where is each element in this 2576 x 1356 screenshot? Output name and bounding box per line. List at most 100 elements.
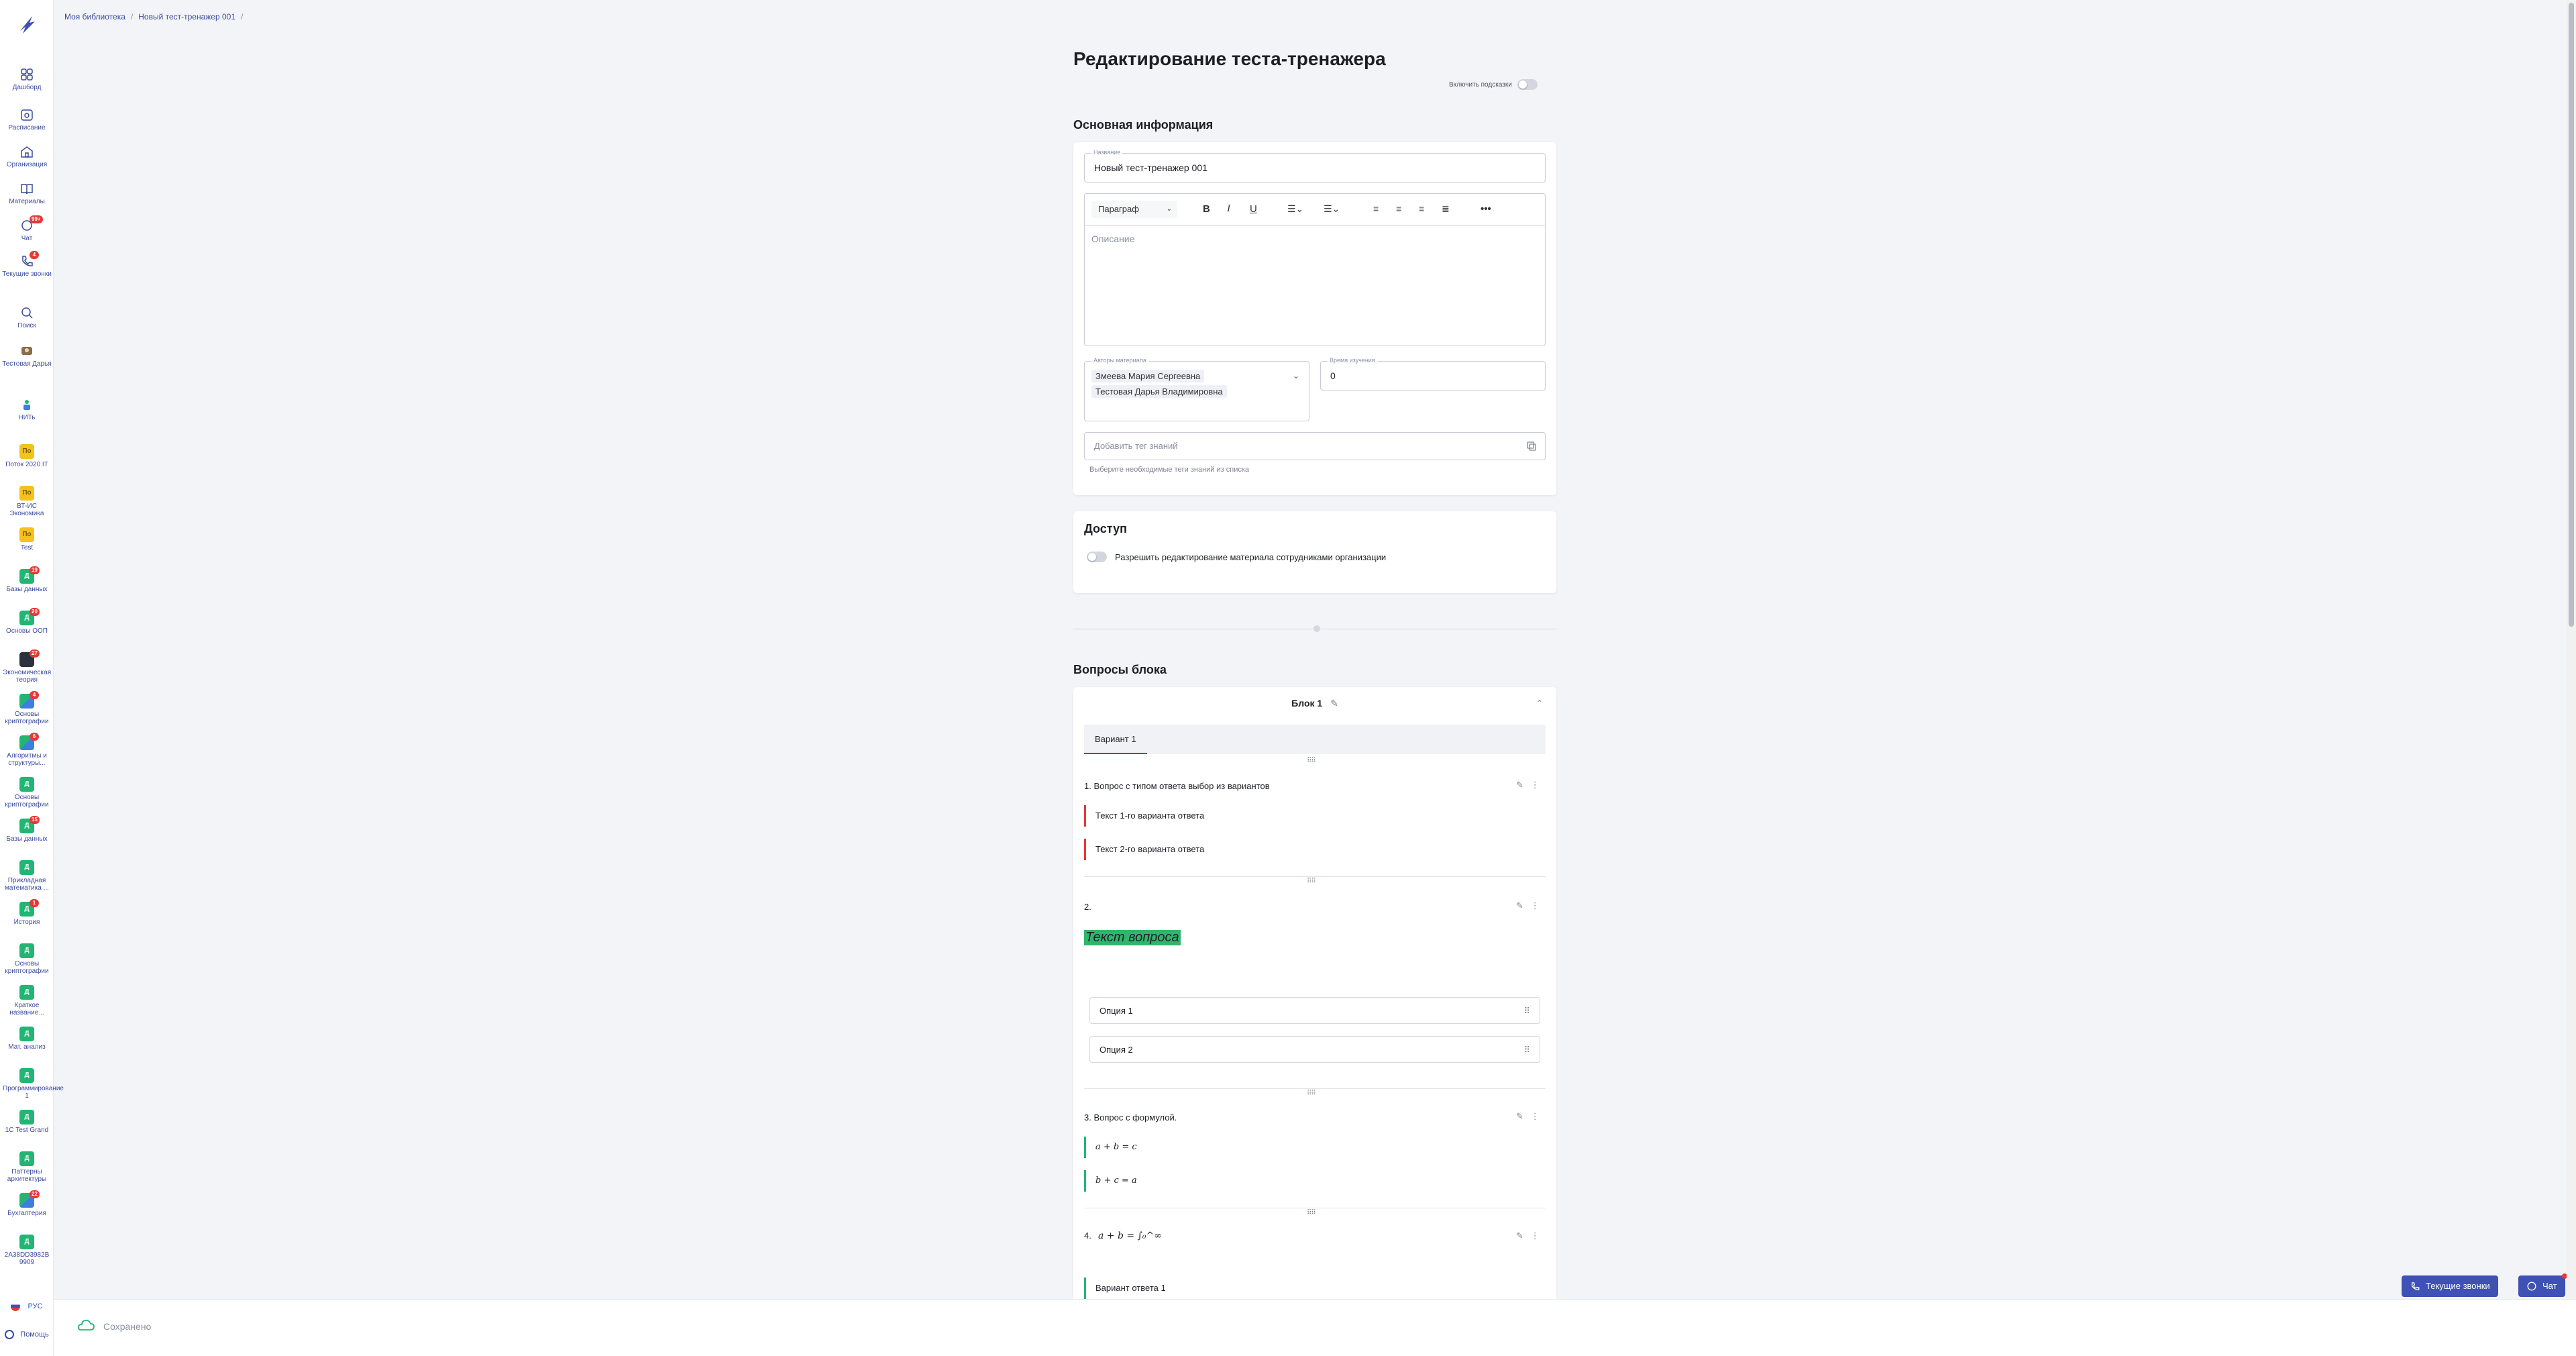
breadcrumb-current[interactable]: Новый тест-тренажер 001 bbox=[138, 12, 235, 21]
sidebar-group-item[interactable]: Д Краткое название... bbox=[0, 985, 54, 1016]
more-vertical-icon[interactable]: ⋮ bbox=[1531, 780, 1540, 790]
drag-handle-icon[interactable]: ⠿⠿ bbox=[1307, 878, 1316, 885]
pencil-icon[interactable]: ✎ bbox=[1516, 780, 1523, 790]
more-vertical-icon[interactable]: ⋮ bbox=[1531, 1111, 1540, 1121]
italic-icon[interactable]: I bbox=[1227, 203, 1230, 215]
pencil-icon[interactable]: ✎ bbox=[1330, 698, 1338, 709]
sidebar-group-item[interactable]: По Поток 2020 IT bbox=[0, 444, 54, 468]
name-field-label: Название bbox=[1091, 149, 1123, 156]
underline-icon[interactable]: U bbox=[1250, 203, 1257, 215]
align-left-icon[interactable]: ≡ bbox=[1373, 203, 1379, 214]
sidebar-group-item[interactable]: Д 1 История bbox=[0, 899, 54, 926]
divider-dot bbox=[1313, 625, 1320, 632]
sidebar-item-label: Текущие звонки bbox=[2, 270, 52, 278]
option-row[interactable]: Опция 1 ⠿ bbox=[1089, 997, 1540, 1024]
pencil-icon[interactable]: ✎ bbox=[1516, 1111, 1523, 1121]
sidebar-group-label: Поток 2020 IT bbox=[5, 461, 48, 468]
group-badge: 15 bbox=[30, 816, 40, 824]
numbered-list-icon[interactable]: ☰⌄ bbox=[1287, 203, 1303, 215]
grip-icon[interactable]: ⠿ bbox=[1523, 998, 1530, 1025]
pencil-icon[interactable]: ✎ bbox=[1516, 1231, 1523, 1241]
sidebar-group-item[interactable]: Д 19 Базы данных bbox=[0, 566, 54, 593]
sidebar-group-label: Бухгалтерия bbox=[7, 1210, 46, 1217]
sidebar-group-item[interactable]: По ВТ-ИС Экономика bbox=[0, 486, 54, 517]
sidebar-item-nit[interactable]: НИТь bbox=[0, 397, 54, 421]
sidebar-group-item[interactable]: Д 20 Основы ООП bbox=[0, 608, 54, 635]
chat-button[interactable]: Чат bbox=[2518, 1273, 2567, 1297]
name-field[interactable]: Название Новый тест-тренажер 001 bbox=[1084, 149, 1546, 182]
sidebar-item-materials[interactable]: Материалы bbox=[0, 181, 54, 205]
sidebar-group-item[interactable]: Д 15 Базы данных bbox=[0, 816, 54, 843]
drag-handle-icon[interactable]: ⠿⠿ bbox=[1307, 757, 1316, 764]
align-center-icon[interactable]: ≡ bbox=[1396, 203, 1401, 214]
tab-variant-1[interactable]: Вариант 1 bbox=[1084, 725, 1147, 754]
sidebar-item-chat[interactable]: 99+ Чат bbox=[0, 215, 54, 242]
sidebar-group-item[interactable]: Д Паттерны архитектуры bbox=[0, 1151, 54, 1183]
sidebar-group-label: Базы данных bbox=[6, 586, 48, 593]
sidebar-group-item[interactable]: Д Прикладная математика ... bbox=[0, 860, 54, 892]
authors-field[interactable]: Авторы материала Змеева Мария Сергеевна … bbox=[1084, 357, 1309, 421]
breadcrumb-library[interactable]: Моя библиотека bbox=[64, 12, 125, 21]
tags-field[interactable]: Добавить тег знаний bbox=[1084, 432, 1546, 460]
chevron-down-icon[interactable]: ⌄ bbox=[1293, 371, 1299, 380]
sidebar-group-item[interactable]: Д Мат. анализ bbox=[0, 1027, 54, 1051]
answer-option[interactable]: a + b = c bbox=[1084, 1137, 1137, 1158]
answer-option[interactable]: Вариант ответа 1 bbox=[1084, 1277, 1166, 1299]
current-calls-label: Текущие звонки bbox=[2426, 1281, 2490, 1291]
author-chip[interactable]: Змеева Мария Сергеевна bbox=[1091, 370, 1205, 382]
drag-handle-icon[interactable]: ⠿⠿ bbox=[1307, 1090, 1316, 1097]
sidebar-item-dashboard[interactable]: Дашборд bbox=[0, 67, 54, 91]
sidebar-group-label: Test bbox=[20, 544, 34, 552]
more-icon[interactable]: ••• bbox=[1481, 203, 1491, 215]
group-tile-icon: Д bbox=[19, 1151, 34, 1166]
app-logo[interactable] bbox=[15, 12, 39, 36]
sidebar-item-schedule[interactable]: Расписание bbox=[0, 107, 54, 132]
align-justify-icon[interactable]: ≣ bbox=[1442, 203, 1450, 215]
current-calls-button[interactable]: Текущие звонки bbox=[2402, 1275, 2498, 1297]
sidebar-group-item[interactable]: 4 Основы криптографии bbox=[0, 691, 54, 725]
sidebar-group-item[interactable]: 22 Бухгалтерия bbox=[0, 1190, 54, 1217]
help-link[interactable]: Помощь bbox=[0, 1330, 54, 1339]
language-switcher[interactable]: РУС bbox=[0, 1302, 54, 1311]
pencil-icon[interactable]: ✎ bbox=[1516, 900, 1523, 910]
study-time-field[interactable]: Время изучения 0 bbox=[1320, 357, 1546, 390]
hints-switch[interactable] bbox=[1517, 79, 1538, 90]
option-row[interactable]: Опция 2 ⠿ bbox=[1089, 1036, 1540, 1063]
question-4-number: 4. bbox=[1084, 1231, 1091, 1241]
group-tile-icon: Д bbox=[19, 1068, 34, 1083]
grip-icon[interactable]: ⠿ bbox=[1523, 1037, 1530, 1063]
author-chip[interactable]: Тестовая Дарья Владимировна bbox=[1091, 385, 1227, 398]
sidebar-group-item[interactable]: Д 1С Test Grand bbox=[0, 1110, 54, 1134]
tags-helper: Выберите необходимые теги знаний из спис… bbox=[1089, 466, 1250, 474]
chevron-up-icon[interactable]: ⌃ bbox=[1536, 687, 1543, 719]
sidebar-group-item[interactable]: 27 Экономическая теория bbox=[0, 649, 54, 684]
sidebar-item-profile[interactable]: Тестовая Дарья bbox=[0, 344, 54, 368]
sidebar-group-item[interactable]: 6 Алгоритмы и структуры... bbox=[0, 733, 54, 767]
sidebar-group-item[interactable]: Д 2A38DD3982B 9909 bbox=[0, 1235, 54, 1266]
sidebar-item-organization[interactable]: Организация bbox=[0, 144, 54, 168]
sidebar-group-item[interactable]: Д Основы криптографии bbox=[0, 777, 54, 809]
bold-icon[interactable]: B bbox=[1203, 203, 1210, 215]
answer-option[interactable]: b + c = a bbox=[1084, 1170, 1137, 1192]
question-separator bbox=[1084, 1088, 1546, 1089]
page-scrollbar[interactable] bbox=[2567, 0, 2576, 1299]
copy-icon[interactable] bbox=[1526, 441, 1537, 452]
more-vertical-icon[interactable]: ⋮ bbox=[1531, 1231, 1540, 1241]
sidebar-group-item[interactable]: Д Основы криптографии bbox=[0, 943, 54, 975]
scrollbar-thumb[interactable] bbox=[2569, 3, 2574, 627]
answer-option[interactable]: Текст 2-го варианта ответа bbox=[1084, 839, 1204, 860]
access-switch[interactable] bbox=[1087, 552, 1107, 562]
sidebar-item-calls[interactable]: 4 Текущие звонки bbox=[0, 251, 54, 278]
answer-option[interactable]: Текст 1-го варианта ответа bbox=[1084, 805, 1204, 827]
book-icon bbox=[21, 184, 33, 195]
bullet-list-icon[interactable]: ☰⌄ bbox=[1324, 203, 1340, 215]
more-vertical-icon[interactable]: ⋮ bbox=[1531, 900, 1540, 910]
calls-badge: 4 bbox=[30, 251, 39, 259]
align-right-icon[interactable]: ≡ bbox=[1419, 203, 1424, 214]
drag-handle-icon[interactable]: ⠿⠿ bbox=[1307, 1209, 1316, 1216]
sidebar-group-item[interactable]: По Test bbox=[0, 527, 54, 552]
description-editor[interactable]: Описание bbox=[1084, 225, 1546, 346]
sidebar-item-search[interactable]: Поиск bbox=[0, 305, 54, 329]
paragraph-select[interactable]: Параграф ⌄ bbox=[1091, 201, 1177, 218]
sidebar-group-item[interactable]: Д Программирование 1 bbox=[0, 1068, 64, 1100]
